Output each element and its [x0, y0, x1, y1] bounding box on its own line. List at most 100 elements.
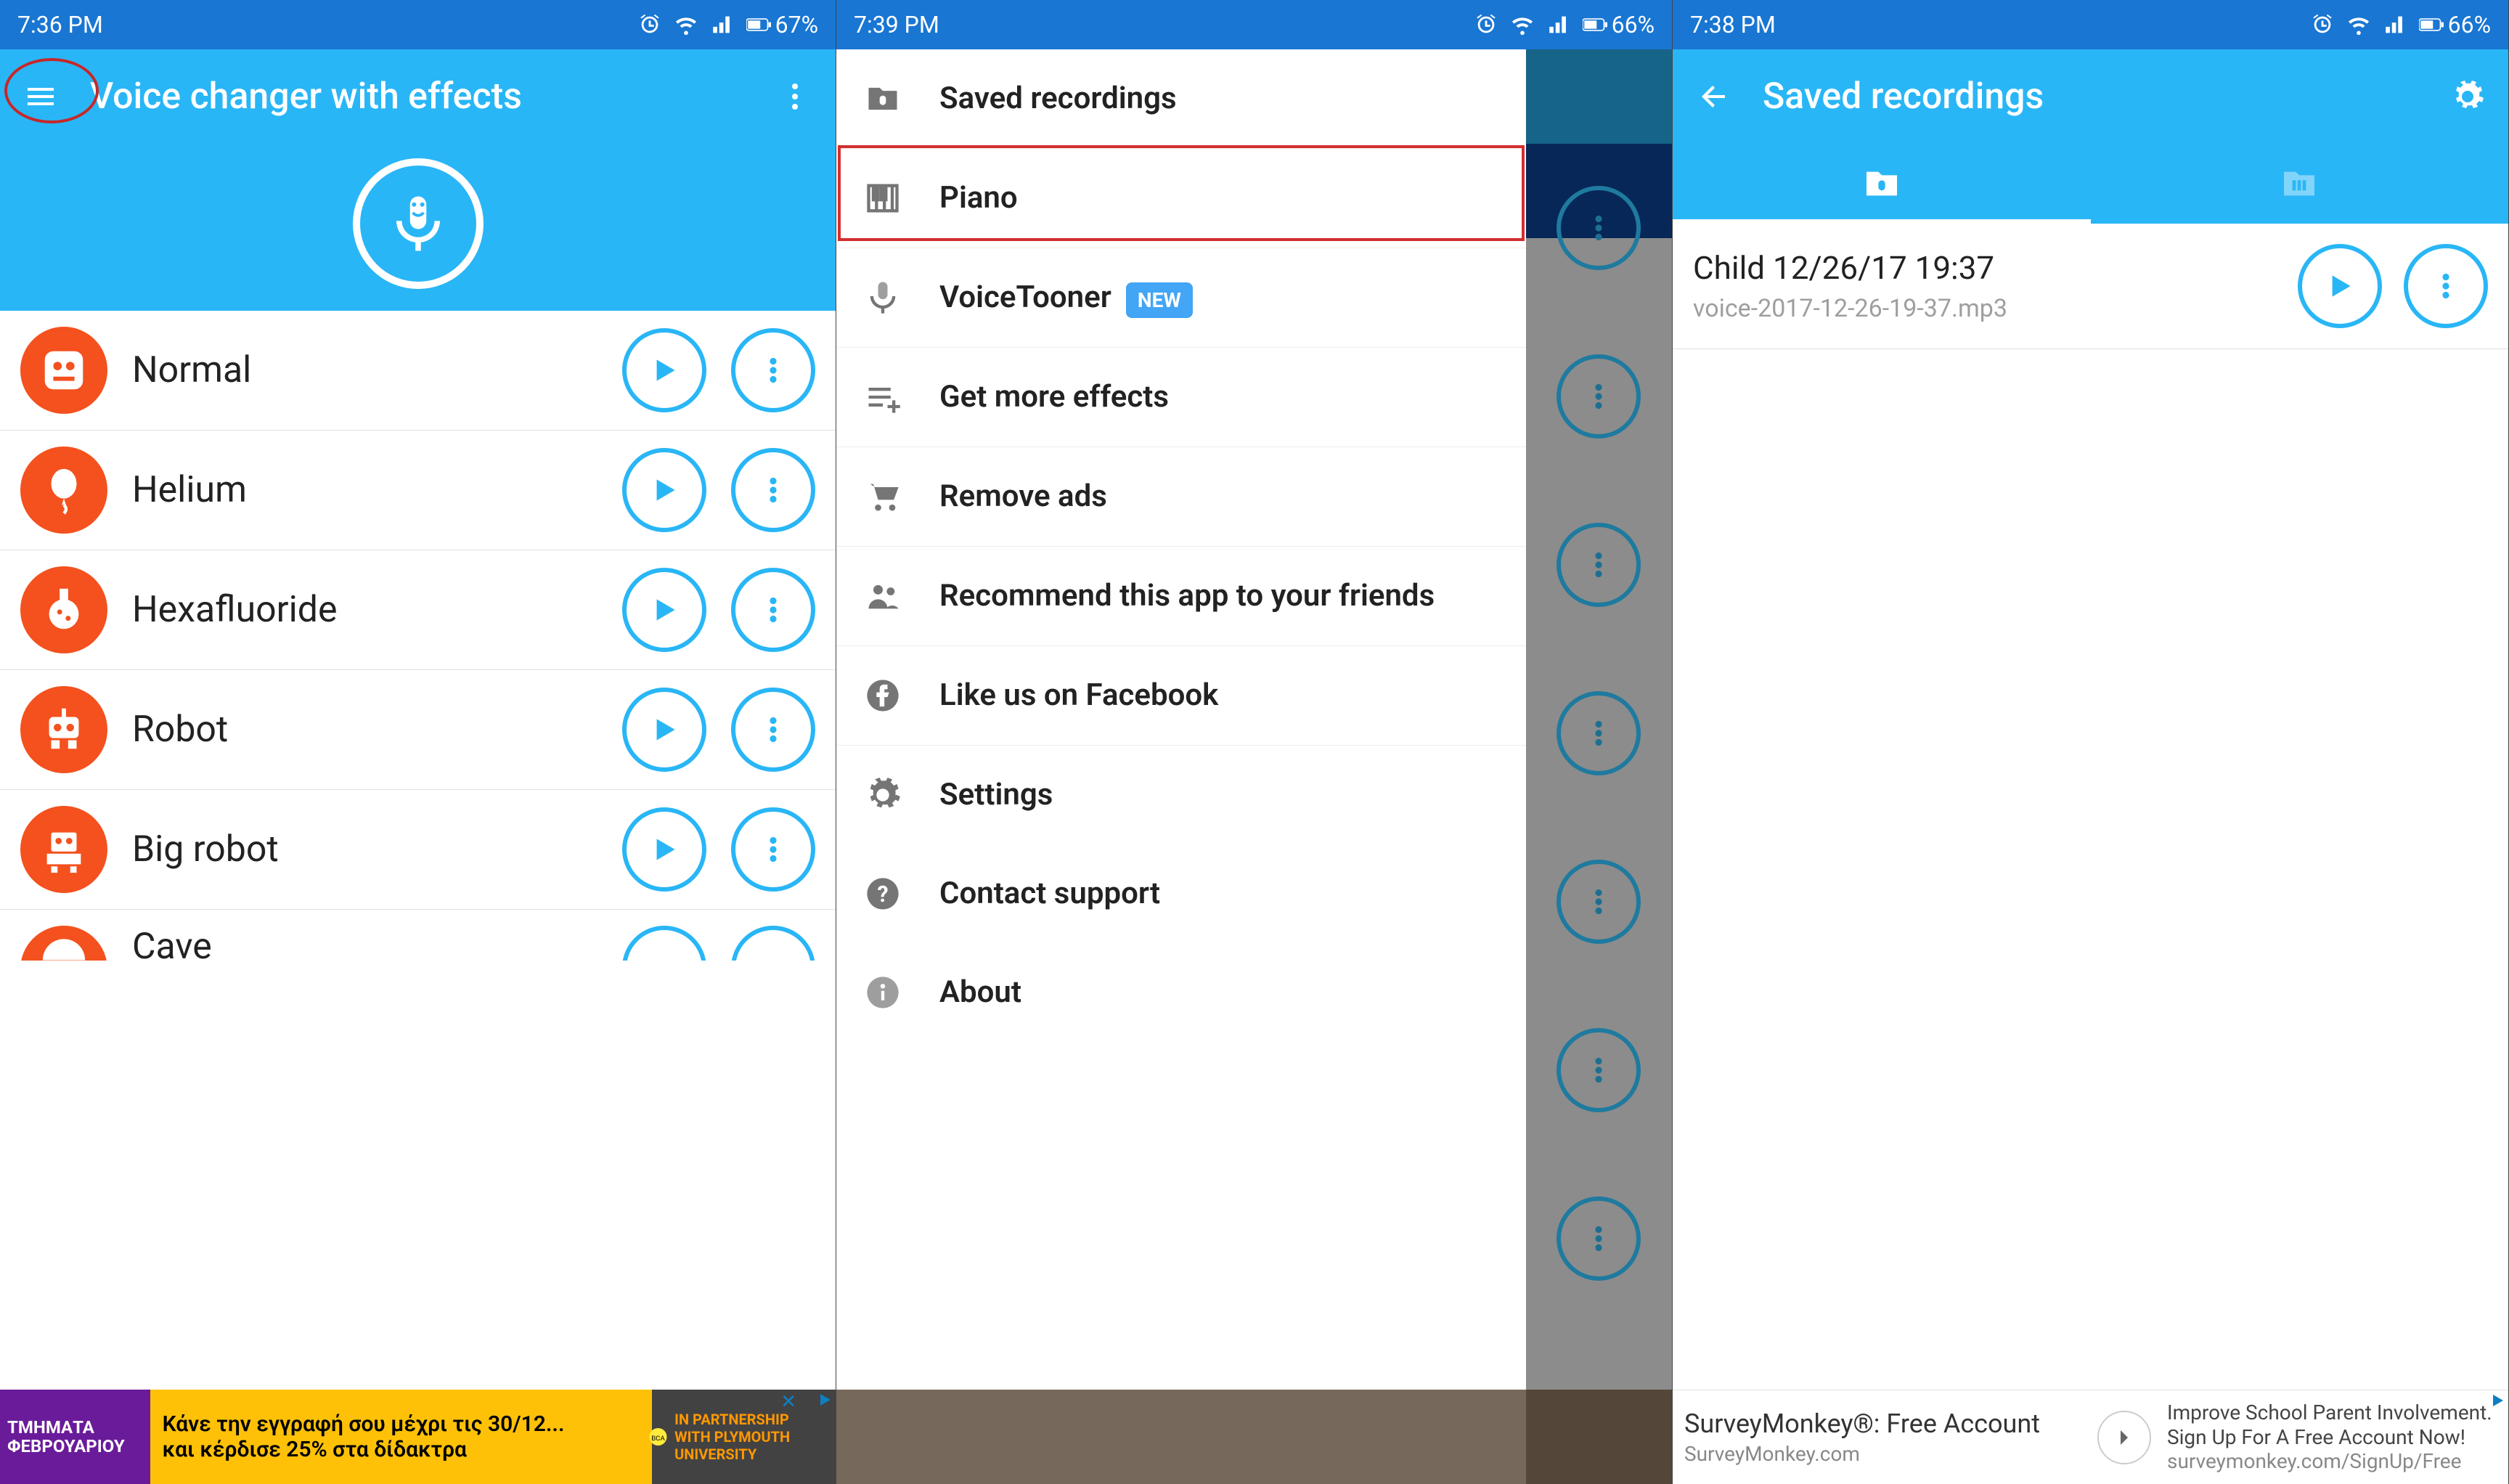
effect-label: Cave — [132, 926, 597, 961]
hamburger-button[interactable] — [20, 76, 61, 117]
ad-close-button[interactable]: ✕ — [780, 1391, 796, 1413]
effect-more-button[interactable] — [731, 328, 815, 412]
status-bar: 7:36 PM 67% — [0, 0, 836, 49]
recording-filename: voice-2017-12-26-19-37.mp3 — [1693, 294, 2276, 323]
play-button[interactable] — [622, 328, 706, 412]
ad-chevron-button[interactable] — [2097, 1411, 2151, 1464]
play-button[interactable] — [622, 568, 706, 652]
settings-button[interactable] — [2447, 76, 2488, 117]
more-vert-icon — [755, 472, 791, 508]
status-bar: 7:38 PM 66% — [1673, 0, 2508, 49]
bg-more-button — [1557, 1196, 1641, 1281]
play-button[interactable] — [622, 448, 706, 532]
screen-main: 7:36 PM 67% Voice changer with effects — [0, 0, 836, 1484]
alarm-icon — [1474, 12, 1498, 37]
effect-label: Normal — [132, 349, 597, 391]
bg-more-button — [1557, 860, 1641, 944]
recording-more-button[interactable] — [2404, 244, 2488, 328]
record-button[interactable] — [353, 158, 484, 289]
effect-more-button[interactable] — [731, 448, 815, 532]
signal-icon — [2383, 12, 2407, 37]
drawer-item-about[interactable]: About — [836, 943, 1526, 1042]
ad-mid-line1: Κάνε την εγγραφή σου μέχρι τις 30/12... — [163, 1411, 648, 1437]
folder-mic-icon — [862, 78, 903, 119]
more-vert-icon — [755, 592, 791, 628]
drawer-label: Like us on Facebook — [939, 677, 1500, 715]
drawer-item-contact-support[interactable]: ? Contact support — [836, 844, 1526, 943]
folder-mic-icon — [1861, 163, 1902, 204]
recording-row: Child 12/26/17 19:37 voice-2017-12-26-19… — [1673, 224, 2508, 349]
tabs — [1673, 144, 2508, 224]
ad-right-line1: Improve School Parent Involvement. Sign … — [2167, 1401, 2501, 1449]
drawer-item-saved-recordings[interactable]: Saved recordings — [836, 49, 1526, 149]
drawer-item-voicetooner[interactable]: VoiceToonerNEW — [836, 248, 1526, 348]
tab-voice[interactable] — [1673, 144, 2091, 224]
effect-row-robot: Robot — [0, 670, 836, 790]
wifi-icon — [1510, 12, 1535, 37]
ad-banner[interactable]: SurveyMonkey®: Free Account SurveyMonkey… — [1673, 1390, 2508, 1484]
drawer-label: About — [939, 974, 1500, 1012]
back-button[interactable] — [1693, 76, 1734, 117]
drawer-item-piano[interactable]: Piano — [836, 149, 1526, 248]
app-bar: Saved recordings — [1673, 49, 2508, 144]
bca-logo-icon: BCA — [648, 1415, 669, 1459]
drawer-label: Recommend this app to your friends — [939, 577, 1500, 616]
help-icon: ? — [862, 873, 903, 914]
effect-row-helium: Helium — [0, 431, 836, 550]
wifi-icon — [2346, 12, 2371, 37]
ad-banner[interactable]: ΤΜΗΜΑΤΑ ΦΕΒΡΟΥΑΡΙΟΥ Κάνε την εγγραφή σου… — [0, 1390, 836, 1484]
drawer-item-facebook[interactable]: Like us on Facebook — [836, 646, 1526, 746]
effect-more-button[interactable] — [731, 568, 815, 652]
effect-icon-big-robot — [20, 806, 107, 893]
effect-row-hexafluoride: Hexafluoride — [0, 550, 836, 670]
adchoices-icon[interactable] — [2489, 1392, 2507, 1409]
tab-piano[interactable] — [2091, 144, 2509, 224]
effect-label: Hexafluoride — [132, 589, 597, 631]
effect-row-big-robot: Big robot — [0, 790, 836, 910]
bg-more-button — [1557, 691, 1641, 775]
play-button[interactable] — [622, 926, 706, 961]
new-badge: NEW — [1126, 282, 1193, 318]
drawer-label: VoiceToonerNEW — [939, 279, 1500, 317]
mic-icon — [385, 191, 451, 256]
drawer-label: Settings — [939, 776, 1500, 815]
adchoices-icon[interactable] — [817, 1391, 834, 1408]
gear-icon — [862, 775, 903, 815]
effect-row-cave-partial: Cave — [0, 910, 836, 961]
battery-pct: 66% — [1612, 11, 1655, 38]
people-icon — [862, 576, 903, 616]
bg-more-button — [1557, 354, 1641, 439]
facebook-icon — [862, 675, 903, 716]
effect-more-button[interactable] — [731, 807, 815, 892]
play-button[interactable] — [622, 807, 706, 892]
bg-more-button — [1557, 523, 1641, 607]
effect-icon-balloon — [20, 447, 107, 534]
ad-left-text: ΤΜΗΜΑΤΑ ΦΕΒΡΟΥΑΡΙΟΥ — [7, 1418, 155, 1456]
effect-more-button[interactable] — [731, 926, 815, 961]
play-button[interactable] — [2298, 244, 2382, 328]
alarm-icon — [2310, 12, 2335, 37]
status-time: 7:36 PM — [17, 11, 103, 38]
battery-icon — [2419, 12, 2444, 37]
play-icon — [646, 592, 682, 628]
status-time: 7:38 PM — [1690, 11, 1776, 38]
more-button[interactable] — [775, 76, 815, 117]
bg-more-button — [1557, 186, 1641, 270]
effect-icon-flask — [20, 566, 107, 653]
ad-banner-faded — [836, 1390, 1672, 1484]
drawer-item-get-more-effects[interactable]: Get more effects — [836, 348, 1526, 447]
battery-icon — [1583, 12, 1607, 37]
screen-saved-recordings: 7:38 PM 66% Saved recordings Child — [1673, 0, 2509, 1484]
play-button[interactable] — [622, 688, 706, 772]
alarm-icon — [637, 12, 662, 37]
effect-more-button[interactable] — [731, 688, 815, 772]
effect-list: Normal Helium Hexafluoride — [0, 311, 836, 961]
effect-icon-face — [20, 327, 107, 414]
effect-row-normal: Normal — [0, 311, 836, 431]
drawer-item-recommend[interactable]: Recommend this app to your friends — [836, 547, 1526, 646]
effect-label: Helium — [132, 469, 597, 511]
drawer-item-remove-ads[interactable]: Remove ads — [836, 447, 1526, 547]
bg-more-button — [1557, 1028, 1641, 1112]
navigation-drawer: Saved recordings Piano VoiceToonerNEW Ge… — [836, 49, 1526, 1484]
drawer-item-settings[interactable]: Settings — [836, 746, 1526, 844]
